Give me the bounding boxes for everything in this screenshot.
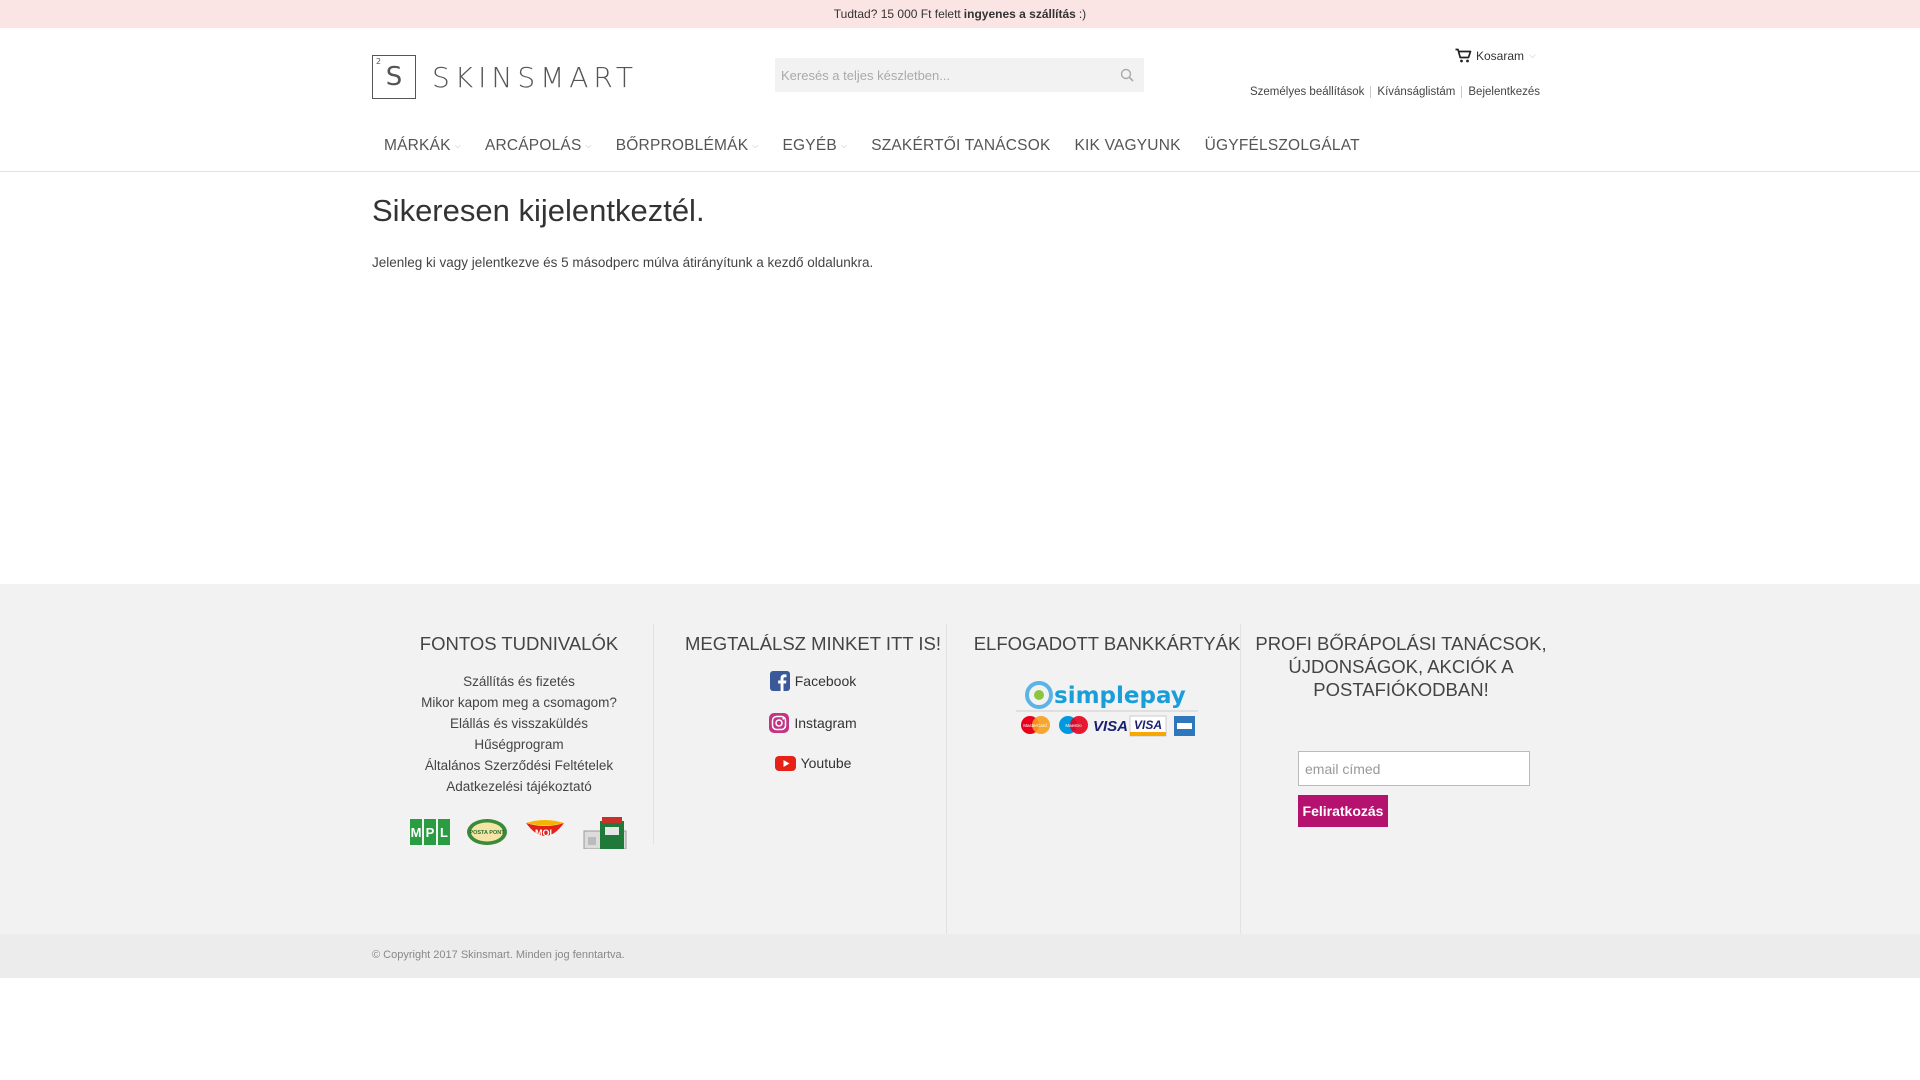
footer-cards-column: Elfogadott bankkártyák simplepay MasterC… (960, 632, 1254, 739)
main-navigation: Márkák ⌵ Arcápolás ⌵ Bőrproblémák ⌵ Egyéb ⌵ … (372, 132, 1384, 160)
privacy-link[interactable]: Adatkezelési tájékoztató (372, 776, 666, 797)
cart-icon (1455, 48, 1472, 63)
cart-button[interactable]: Kosaram ⌵ (1455, 48, 1536, 63)
chevron-down-icon: ⌵ (585, 141, 592, 150)
visa-icon: VISA (1093, 718, 1128, 735)
mpl-letter: M (411, 825, 422, 840)
simplepay-wordmark: simplepay (1054, 683, 1186, 709)
search-icon[interactable] (1110, 58, 1144, 92)
nav-item-about-us[interactable]: Kik vagyunk (1075, 137, 1181, 155)
divider (1370, 86, 1372, 98)
search-bar (775, 58, 1144, 92)
visa-electron-icon: VISA (1129, 715, 1167, 737)
logout-message: Jelenleg ki vagy jelentkezve és 5 másodp… (372, 255, 874, 270)
loyalty-program-link[interactable]: Hűségprogram (372, 734, 666, 755)
logo-mark: 2 S (372, 55, 416, 99)
account-links: Személyes beállítások Kívánságlistám Bej… (1250, 86, 1540, 98)
shipping-link[interactable]: Szállítás és fizetés (372, 671, 666, 692)
mastercard-text: MasterCard (1023, 723, 1047, 728)
amex-icon (1174, 716, 1195, 736)
logo-wordmark: SKINSMART (432, 60, 638, 94)
instagram-link[interactable]: Instagram (666, 713, 960, 733)
mol-text: MOL (535, 828, 555, 838)
announcement-text: Tudtad? 15 000 Ft felett (833, 7, 961, 21)
returns-link[interactable]: Elállás és visszaküldés (372, 713, 666, 734)
facebook-icon (769, 671, 790, 691)
youtube-label: Youtube (800, 755, 852, 771)
footer-cards-heading: Elfogadott bankkártyák (973, 633, 1241, 654)
divider (1461, 86, 1463, 98)
footer-social-heading: Megtalálsz minket itt is! (685, 633, 941, 654)
nav-item-label: Márkák (384, 137, 451, 154)
nav-item-facial-care[interactable]: Arcápolás ⌵ (485, 137, 592, 155)
search-input[interactable] (775, 58, 1110, 92)
footer-newsletter-column: Profi bőrápolási tanácsok, újdonságok, a… (1254, 632, 1548, 827)
instagram-label: Instagram (794, 715, 857, 731)
logo-superscript: 2 (376, 57, 382, 66)
announcement-bar: Tudtad? 15 000 Ft felett ingyenes a szál… (0, 0, 1920, 28)
mpl-letter: L (440, 825, 448, 840)
mastercard-icon: MasterCard (1021, 716, 1050, 734)
maestro-text: Maestro (1065, 723, 1082, 728)
subscribe-button[interactable]: Feliratkozás (1298, 795, 1388, 827)
chevron-down-icon: ⌵ (454, 141, 461, 150)
youtube-link[interactable]: Youtube (666, 755, 960, 771)
facebook-link[interactable]: Facebook (666, 671, 960, 691)
newsletter-email-input[interactable] (1298, 751, 1530, 786)
youtube-icon (774, 755, 796, 771)
visa-electron-text: VISA (1134, 718, 1162, 732)
chevron-down-icon: ⌵ (752, 141, 759, 150)
site-logo[interactable]: 2 S SKINSMART (372, 54, 638, 100)
chevron-down-icon: ⌵ (840, 141, 848, 150)
maestro-icon: Maestro (1059, 716, 1088, 734)
nav-item-label: Bőrproblémák (615, 137, 749, 154)
nav-item-expert-advice[interactable]: Szakértői tanácsok (871, 137, 1050, 155)
announcement-smiley: :) (1078, 7, 1087, 21)
terms-link[interactable]: Általános Szerződési Feltételek (372, 755, 666, 776)
nav-item-label: Ügyfélszolgálat (1204, 137, 1360, 154)
cart-label: Kosaram (1476, 48, 1525, 63)
nav-item-label: Kik vagyunk (1074, 137, 1181, 154)
simplepay-logo: simplepay MasterCard Maestro VISA VISA (960, 679, 1254, 739)
footer: Fontos tudnivalók Szállítás és fizetés M… (0, 584, 1920, 934)
copyright-bar: © Copyright 2017 Skinsmart. Minden jog f… (0, 934, 1920, 978)
header-divider (0, 171, 1920, 172)
postapont-text: POSTA PONT (469, 830, 505, 836)
nav-item-other[interactable]: Egyéb ⌵ (783, 137, 848, 155)
chevron-down-icon: ⌵ (1529, 50, 1536, 60)
announcement-highlight: ingyenes a szállítás (963, 7, 1076, 21)
newsletter-form: Feliratkozás (1298, 751, 1530, 827)
parcel-locker-icon (582, 815, 628, 849)
footer-info-heading: Fontos tudnivalók (419, 633, 619, 654)
mpl-logo: M P L (410, 819, 450, 845)
partner-logos: M P L POSTA PONT MOL (372, 815, 666, 849)
copyright-text: © Copyright 2017 Skinsmart. Minden jog f… (372, 949, 625, 961)
instagram-icon (769, 713, 790, 733)
footer-newsletter-heading: Profi bőrápolási tanácsok, újdonságok, a… (1255, 633, 1547, 700)
footer-info-column: Fontos tudnivalók Szállítás és fizetés M… (372, 632, 666, 849)
nav-item-label: Arcápolás (484, 137, 582, 154)
mol-logo: MOL (524, 819, 566, 845)
delivery-time-link[interactable]: Mikor kapom meg a csomagom? (372, 692, 666, 713)
nav-item-skin-problems[interactable]: Bőrproblémák ⌵ (616, 137, 759, 155)
wishlist-link[interactable]: Kívánságlistám (1377, 86, 1455, 98)
mpl-letter: P (426, 825, 435, 840)
nav-item-label: Szakértői tanácsok (871, 137, 1051, 154)
logo-letter: S (385, 62, 403, 92)
login-link[interactable]: Bejelentkezés (1468, 86, 1540, 98)
footer-social-column: Megtalálsz minket itt is! Facebook Insta… (666, 632, 960, 771)
facebook-label: Facebook (794, 673, 857, 689)
postapont-logo: POSTA PONT (466, 818, 508, 846)
personal-settings-link[interactable]: Személyes beállítások (1250, 86, 1364, 98)
page-title: Sikeresen kijelentkeztél. (372, 193, 705, 228)
nav-item-customer-service[interactable]: Ügyfélszolgálat (1205, 137, 1360, 155)
nav-item-label: Egyéb (782, 137, 837, 154)
nav-item-brands[interactable]: Márkák ⌵ (384, 137, 461, 155)
